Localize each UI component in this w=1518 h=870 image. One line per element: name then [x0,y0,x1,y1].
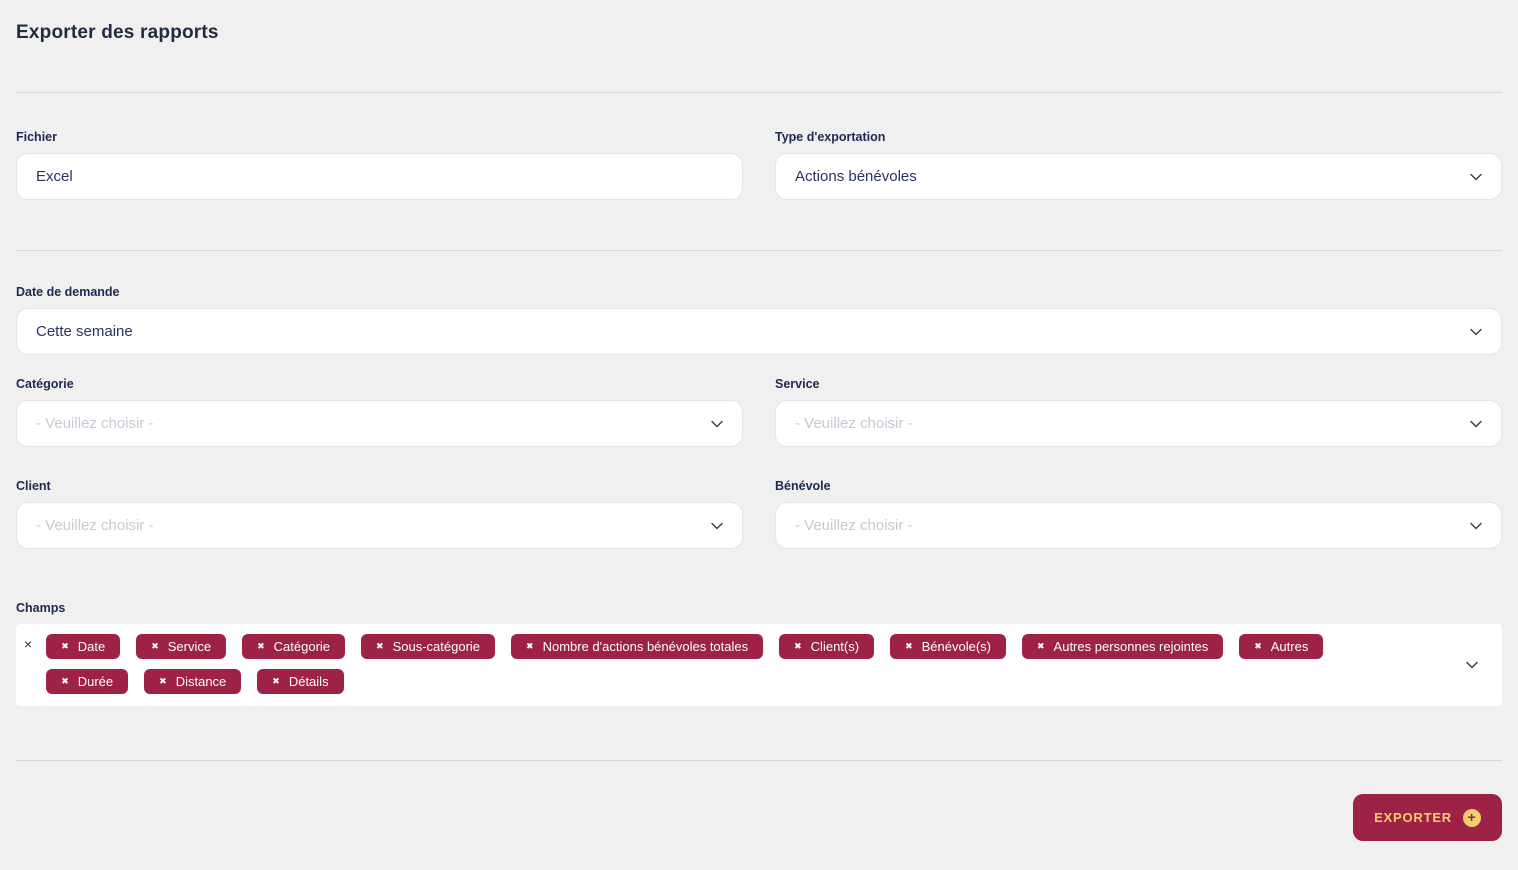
field-tag[interactable]: ✖ Nombre d'actions bénévoles totales [511,634,763,659]
tag-label: Détails [289,675,329,688]
remove-tag-icon[interactable]: ✖ [151,642,159,651]
chevron-down-icon [709,518,725,534]
divider [16,92,1502,93]
tag-label: Catégorie [274,640,330,653]
date-demande-label: Date de demande [16,285,1502,299]
tag-label: Autres [1271,640,1309,653]
remove-tag-icon[interactable]: ✖ [257,642,265,651]
chevron-down-icon [1468,169,1484,185]
tag-label: Service [168,640,211,653]
tag-label: Sous-catégorie [393,640,480,653]
field-fichier: Fichier [16,130,743,200]
categorie-label: Catégorie [16,377,743,391]
date-demande-select[interactable]: Cette semaine [16,308,1502,355]
tag-label: Bénévole(s) [922,640,991,653]
field-tag[interactable]: ✖ Catégorie [242,634,345,659]
remove-tag-icon[interactable]: ✖ [1254,642,1262,651]
field-tag[interactable]: ✖ Détails [257,669,343,694]
categorie-placeholder: - Veuillez choisir - [36,415,154,432]
field-tag[interactable]: ✖ Client(s) [779,634,874,659]
categorie-select[interactable]: - Veuillez choisir - [16,400,743,447]
plus-icon: + [1463,809,1481,827]
chevron-down-icon [709,416,725,432]
field-type-exportation: Type d'exportation Actions bénévoles [775,130,1502,200]
remove-tag-icon[interactable]: ✖ [272,677,280,686]
client-label: Client [16,479,743,493]
field-tag[interactable]: ✖ Autres personnes rejointes [1022,634,1223,659]
type-exportation-select[interactable]: Actions bénévoles [775,153,1502,200]
field-tag[interactable]: ✖ Date [46,634,120,659]
field-date-demande: Date de demande Cette semaine [16,285,1502,355]
fichier-input[interactable] [16,153,743,200]
service-placeholder: - Veuillez choisir - [795,415,913,432]
fichier-label: Fichier [16,130,743,144]
tag-label: Durée [78,675,113,688]
benevole-select[interactable]: - Veuillez choisir - [775,502,1502,549]
remove-tag-icon[interactable]: ✖ [526,642,534,651]
export-button[interactable]: EXPORTER + [1353,794,1502,841]
chevron-down-icon [1468,518,1484,534]
field-tag[interactable]: ✖ Durée [46,669,128,694]
tag-label: Distance [176,675,227,688]
benevole-label: Bénévole [775,479,1502,493]
date-demande-value: Cette semaine [36,323,133,340]
field-service: Service - Veuillez choisir - [775,377,1502,447]
champs-label: Champs [16,601,1502,615]
type-exportation-label: Type d'exportation [775,130,1502,144]
field-tag[interactable]: ✖ Autres [1239,634,1323,659]
divider [16,250,1502,251]
remove-tag-icon[interactable]: ✖ [61,642,69,651]
type-exportation-value: Actions bénévoles [795,168,917,185]
field-tag[interactable]: ✖ Sous-catégorie [361,634,495,659]
remove-tag-icon[interactable]: ✖ [376,642,384,651]
page-title: Exporter des rapports [16,22,1502,44]
remove-tag-icon[interactable]: ✖ [61,677,69,686]
chevron-down-icon[interactable] [1464,657,1480,673]
remove-tag-icon[interactable]: ✖ [794,642,802,651]
field-categorie: Catégorie - Veuillez choisir - [16,377,743,447]
remove-tag-icon[interactable]: ✖ [1037,642,1045,651]
service-label: Service [775,377,1502,391]
field-tag[interactable]: ✖ Bénévole(s) [890,634,1006,659]
divider [16,760,1502,761]
client-placeholder: - Veuillez choisir - [36,517,154,534]
champs-multiselect[interactable]: × ✖ Date ✖ Service ✖ Catégorie ✖ Sous-ca… [16,624,1502,706]
tag-label: Date [78,640,105,653]
field-client: Client - Veuillez choisir - [16,479,743,549]
export-reports-page: Exporter des rapports Fichier Type d'exp… [0,0,1518,870]
field-tag[interactable]: ✖ Distance [144,669,241,694]
clear-all-icon[interactable]: × [22,634,36,651]
chevron-down-icon [1468,324,1484,340]
export-button-label: EXPORTER [1374,810,1452,825]
chevron-down-icon [1468,416,1484,432]
field-tag[interactable]: ✖ Service [136,634,226,659]
client-select[interactable]: - Veuillez choisir - [16,502,743,549]
remove-tag-icon[interactable]: ✖ [159,677,167,686]
tags-container: ✖ Date ✖ Service ✖ Catégorie ✖ Sous-caté… [36,634,1392,694]
tag-label: Autres personnes rejointes [1054,640,1209,653]
tag-label: Client(s) [811,640,859,653]
tag-label: Nombre d'actions bénévoles totales [543,640,749,653]
remove-tag-icon[interactable]: ✖ [905,642,913,651]
benevole-placeholder: - Veuillez choisir - [795,517,913,534]
service-select[interactable]: - Veuillez choisir - [775,400,1502,447]
field-benevole: Bénévole - Veuillez choisir - [775,479,1502,549]
